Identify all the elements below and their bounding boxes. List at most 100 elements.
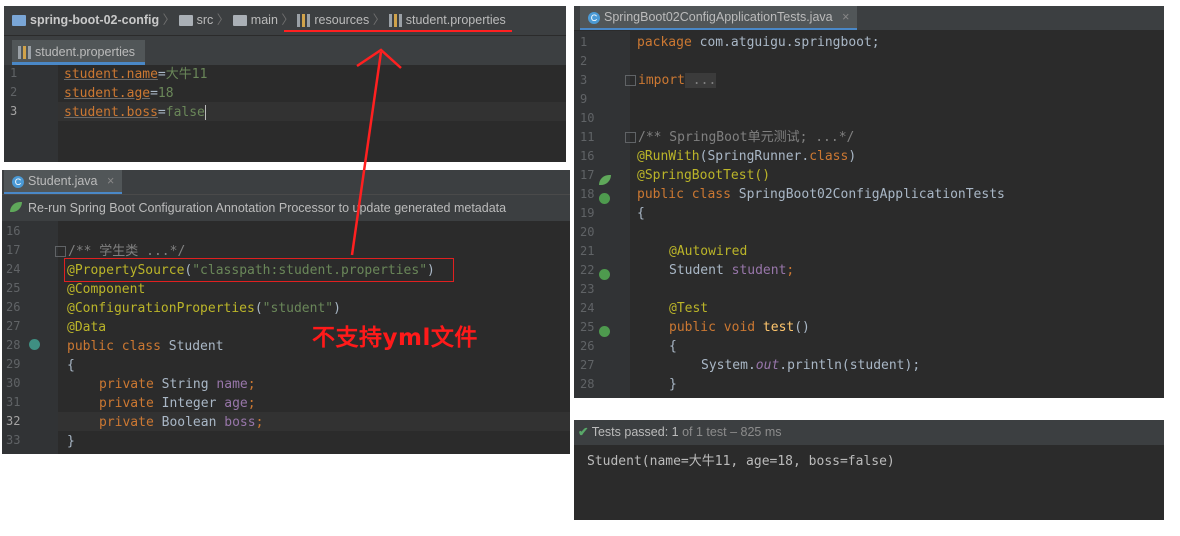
- line-number: 33: [6, 433, 21, 447]
- student-java-editor-panel: C Student.java × Re-run Spring Boot Confi…: [2, 170, 570, 454]
- line-number: 31: [6, 395, 21, 409]
- breadcrumb-separator-icon: 〉: [216, 13, 230, 27]
- console-output: Student(name=大牛11, age=18, boss=false): [587, 454, 895, 469]
- line-number: 16: [6, 224, 21, 238]
- line-number: 19: [580, 206, 595, 220]
- code-line: student.age=18: [64, 86, 174, 101]
- folder-icon: [232, 15, 247, 27]
- breadcrumb-file[interactable]: student.properties: [406, 13, 506, 27]
- tab-label: SpringBoot02ConfigApplicationTests.java: [604, 10, 833, 24]
- code-line: @Data: [67, 320, 107, 335]
- close-tab-icon[interactable]: ×: [107, 174, 114, 188]
- notification-text: Re-run Spring Boot Configuration Annotat…: [28, 201, 507, 215]
- run-test-method-icon[interactable]: [599, 269, 610, 280]
- tab-student-java[interactable]: C Student.java ×: [4, 170, 123, 194]
- line-number-gutter: 1 2 3 9 10 11 16 17 18 19 20 21 22 23 24…: [574, 31, 630, 398]
- code-line: System.out.println(student);: [701, 358, 921, 373]
- fold-icon[interactable]: [625, 132, 636, 143]
- java-class-icon: C: [12, 175, 24, 188]
- line-number-gutter: 1 2 3: [4, 65, 58, 162]
- code-line: /** SpringBoot单元测试; ...*/: [625, 128, 854, 147]
- line-number: 11: [580, 130, 595, 144]
- line-number: 16: [580, 149, 595, 163]
- tests-total-label: of 1 test: [682, 425, 727, 439]
- code-line: public class Student: [67, 339, 224, 354]
- line-number: 25: [580, 320, 595, 334]
- fold-icon[interactable]: [625, 75, 636, 86]
- close-tab-icon[interactable]: ×: [842, 10, 849, 24]
- code-line: student.name=大牛11: [64, 67, 208, 82]
- code-line: @RunWith(SpringRunner.class): [637, 149, 857, 164]
- code-line: student.boss=false: [64, 105, 206, 120]
- line-number: 24: [580, 301, 595, 315]
- code-line: public class SpringBoot02ConfigApplicati…: [637, 187, 1005, 202]
- code-line: }: [67, 434, 75, 449]
- line-number: 2: [580, 54, 588, 68]
- student-tab-bar: C Student.java ×: [2, 170, 570, 194]
- tab-springboot02-config-tests[interactable]: C SpringBoot02ConfigApplicationTests.java…: [580, 6, 858, 30]
- code-line: private Integer age;: [99, 396, 256, 411]
- line-number: 25: [6, 281, 21, 295]
- tab-student-properties[interactable]: student.properties: [12, 40, 146, 65]
- spring-leaf-icon: [599, 175, 611, 185]
- code-line: {: [637, 206, 645, 221]
- line-number: 21: [580, 244, 595, 258]
- resources-folder-icon: [297, 14, 311, 28]
- line-number: 23: [580, 282, 595, 296]
- line-number: 3: [10, 104, 18, 118]
- breadcrumb-main[interactable]: main: [251, 13, 278, 27]
- line-number: 18: [580, 187, 595, 201]
- line-number: 2: [10, 85, 18, 99]
- breadcrumb-src[interactable]: src: [197, 13, 214, 27]
- test-tab-bar: C SpringBoot02ConfigApplicationTests.java…: [574, 6, 1164, 30]
- line-number: 3: [580, 73, 588, 87]
- code-line: @Autowired: [669, 244, 748, 259]
- line-number: 22: [580, 263, 595, 277]
- properties-editor-panel: spring-boot-02-config 〉 src 〉 main 〉 res…: [4, 6, 566, 162]
- code-line: Student student;: [669, 263, 795, 278]
- notification-banner[interactable]: Re-run Spring Boot Configuration Annotat…: [2, 194, 570, 221]
- line-number: 10: [580, 111, 595, 125]
- java-class-icon: C: [588, 11, 600, 24]
- breadcrumb-separator-icon: 〉: [162, 13, 176, 27]
- code-line: {: [669, 339, 677, 354]
- line-number: 30: [6, 376, 21, 390]
- line-number: 26: [580, 339, 595, 353]
- text-cursor: [204, 105, 206, 120]
- spring-bean-icon[interactable]: [29, 339, 40, 350]
- line-number: 1: [580, 35, 588, 49]
- tab-label: student.properties: [35, 45, 136, 59]
- fold-icon[interactable]: [55, 246, 66, 257]
- code-line: }: [669, 377, 677, 392]
- code-line: package com.atguigu.springboot;: [637, 35, 880, 50]
- line-number: 27: [6, 319, 21, 333]
- tests-passed-label: Tests passed:: [591, 425, 669, 439]
- breadcrumb-resources[interactable]: resources: [314, 13, 369, 27]
- line-number: 27: [580, 358, 595, 372]
- code-line: @SpringBootTest(): [637, 168, 771, 183]
- run-test-class-icon[interactable]: [599, 193, 610, 204]
- line-number: 17: [6, 243, 21, 257]
- test-duration: – 825 ms: [730, 425, 782, 439]
- line-number: 24: [6, 262, 21, 276]
- annotation-note: 不支持yml文件: [312, 325, 478, 351]
- line-number: 29: [6, 357, 21, 371]
- breadcrumb-project[interactable]: spring-boot-02-config: [30, 13, 159, 27]
- line-number: 28: [6, 338, 21, 352]
- code-line: public void test(): [669, 320, 810, 335]
- line-number: 26: [6, 300, 21, 314]
- line-number: 32: [6, 414, 21, 428]
- line-number: 9: [580, 92, 588, 106]
- line-number-gutter: 16 17 24 25 26 27 28 29 30 31 32 33: [2, 221, 58, 454]
- line-number: 20: [580, 225, 595, 239]
- tests-passed-count: 1: [671, 425, 679, 439]
- properties-file-icon: [18, 46, 31, 60]
- line-number: 17: [580, 168, 595, 182]
- test-status-bar: ✔ Tests passed: 1 of 1 test – 825 ms: [574, 420, 1164, 445]
- code-line: @Test: [669, 301, 709, 316]
- code-line: {: [67, 358, 75, 373]
- run-test-method-icon[interactable]: [599, 326, 610, 337]
- breadcrumb-underline-annotation: [284, 30, 512, 32]
- code-line: import ...: [625, 71, 717, 90]
- test-results-panel: ✔ Tests passed: 1 of 1 test – 825 ms Stu…: [574, 420, 1164, 520]
